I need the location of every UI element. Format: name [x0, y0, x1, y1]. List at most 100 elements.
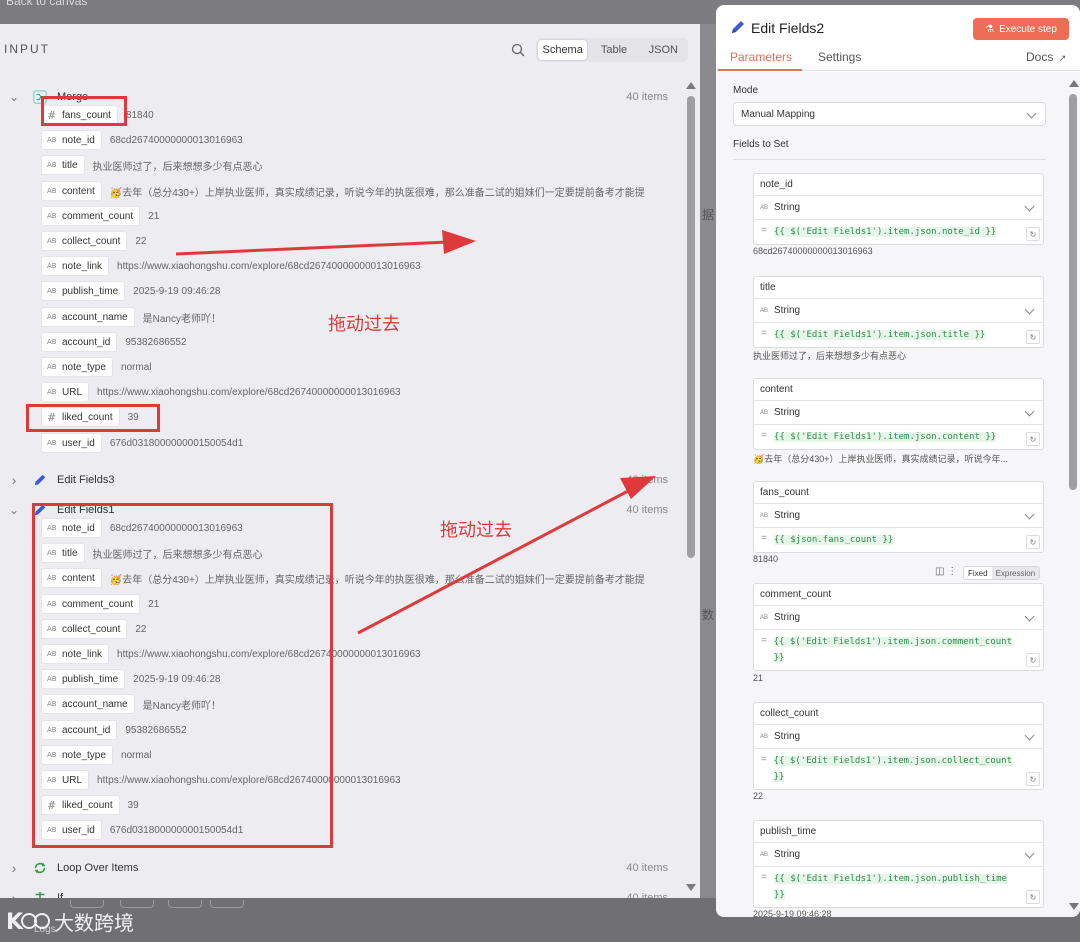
expand-editor-icon[interactable]: ↻ — [1026, 330, 1040, 344]
expand-editor-icon[interactable]: ↻ — [1026, 772, 1040, 786]
assignment-expression-input[interactable]: = {{ $('Edit Fields1').item.json.collect_… — [754, 749, 1043, 789]
schema-field-row[interactable]: AB publish_time 2025-9-19 09:46:28 — [41, 281, 220, 301]
field-pill[interactable]: AB account_name — [41, 307, 135, 327]
back-to-canvas-link[interactable]: Back to canvas — [6, 0, 87, 8]
schema-field-row[interactable]: AB note_id 68cd26740000000013016963 — [41, 130, 243, 150]
assignment-type-select[interactable]: AB String — [754, 843, 1043, 867]
node-title[interactable]: Edit Fields2 — [751, 20, 824, 36]
input-scrollbar-thumb[interactable] — [687, 96, 695, 558]
canvas-peek-text: 据 — [702, 208, 715, 222]
scroll-down-arrow[interactable] — [686, 884, 696, 891]
assignment-expression-input[interactable]: = {{ $('Edit Fields1').item.json.publish_… — [754, 867, 1043, 907]
schema-field-row[interactable]: AB title 执业医师过了，后来想想多少有点恶心 — [41, 155, 263, 175]
field-pill[interactable]: AB comment_count — [41, 206, 141, 226]
field-pill[interactable]: AB URL — [41, 382, 90, 402]
assignment-type-select[interactable]: AB String — [754, 299, 1043, 323]
tab-parameters[interactable]: Parameters — [730, 50, 792, 64]
equals-icon: = — [761, 872, 767, 883]
assignment-type-select[interactable]: AB String — [754, 725, 1043, 749]
field-pill[interactable]: AB content — [41, 181, 102, 201]
assignment-preview: 21 — [753, 673, 764, 683]
field-name: account_id — [62, 336, 111, 348]
scroll-up-arrow[interactable] — [1069, 80, 1079, 87]
string-type-icon: AB — [760, 409, 769, 416]
schema-field-row[interactable]: AB collect_count 22 — [41, 231, 147, 251]
schema-field-row[interactable]: AB account_id 95382686552 — [41, 332, 187, 352]
execute-step-label: Execute step — [999, 23, 1057, 35]
assignment-expression-input[interactable]: = {{ $json.fans_count }} ↻ — [754, 528, 1043, 552]
docs-link[interactable]: Docs ↗ — [1026, 50, 1066, 64]
schema-node-count: 40 items — [626, 91, 668, 103]
assignment-type-select[interactable]: AB String — [754, 606, 1043, 630]
schema-field-row[interactable]: AB note_type normal — [41, 357, 152, 377]
assignment-type-select[interactable]: AB String — [754, 401, 1043, 425]
schema-field-row[interactable]: AB account_name 是Nancy老师吖！ — [41, 307, 221, 327]
tab-settings[interactable]: Settings — [818, 50, 861, 64]
chevron-right-icon[interactable]: › — [8, 890, 20, 898]
chevron-right-icon[interactable]: › — [8, 472, 20, 488]
chevron-down-icon — [1024, 730, 1035, 741]
expand-editor-icon[interactable]: ↻ — [1026, 432, 1040, 446]
chevron-down-icon[interactable]: ⌄ — [8, 503, 20, 517]
expand-editor-icon[interactable]: ↻ — [1026, 653, 1040, 667]
field-pill[interactable]: AB title — [41, 155, 85, 175]
expression-text: {{ $('Edit Fields1').item.json.publish_t… — [773, 874, 1007, 900]
scroll-down-arrow[interactable] — [1069, 903, 1079, 910]
expand-editor-icon[interactable]: ↻ — [1026, 535, 1040, 549]
string-type-icon: AB — [760, 307, 769, 314]
schema-field-row[interactable]: AB URL https://www.xiaohongshu.com/explore… — [41, 382, 401, 402]
schema-field-row[interactable]: AB user_id 676d031800000000150054d1 — [41, 433, 243, 453]
field-pill[interactable]: AB user_id — [41, 433, 102, 453]
chevron-down-icon[interactable]: ⌄ — [8, 90, 20, 104]
fixed-expression-toggle[interactable]: Fixed Expression — [963, 566, 1041, 580]
field-value: 68cd26740000000013016963 — [109, 134, 243, 146]
fixed-option[interactable]: Fixed — [964, 567, 992, 579]
panel-toggle-icon[interactable]: ◫ ⋮ — [935, 566, 957, 577]
parameters-scrollbar-thumb[interactable] — [1069, 94, 1077, 490]
assignment-type-select[interactable]: AB String — [754, 504, 1043, 528]
schema-node-row[interactable]: › Edit Fields3 40 items — [8, 470, 678, 490]
panel-header: Edit Fields2 ⚗ Execute step Parameters S… — [716, 5, 1080, 71]
expression-text: {{ $('Edit Fields1').item.json.note_id }… — [774, 227, 997, 237]
assignment-name-input[interactable]: note_id — [754, 174, 1043, 196]
assignment-name-input[interactable]: collect_count — [754, 703, 1043, 725]
field-pill[interactable]: AB note_link — [41, 256, 110, 276]
field-pill[interactable]: AB account_id — [41, 332, 118, 352]
schema-node-row[interactable]: › Loop Over Items 40 items — [8, 858, 678, 878]
mode-select[interactable]: Manual Mapping — [733, 102, 1046, 126]
field-name: publish_time — [62, 285, 119, 297]
expand-editor-icon[interactable]: ↻ — [1026, 890, 1040, 904]
schema-field-row[interactable]: AB note_link https://www.xiaohongshu.com/e… — [41, 256, 421, 276]
field-value: 是Nancy老师吖！ — [142, 313, 221, 325]
schema-node-row[interactable]: › If 40 items — [8, 888, 678, 898]
expression-option[interactable]: Expression — [991, 567, 1040, 579]
field-pill[interactable]: AB note_id — [41, 130, 102, 150]
parameters-scrollbar[interactable] — [1066, 72, 1080, 917]
chevron-down-icon — [1024, 848, 1035, 859]
field-pill[interactable]: AB publish_time — [41, 281, 126, 301]
chevron-down-icon — [1024, 406, 1035, 417]
assignment-name-input[interactable]: publish_time — [754, 821, 1043, 843]
string-type-icon: AB — [47, 136, 57, 144]
assignment-name-input[interactable]: content — [754, 379, 1043, 401]
assignment-name-input[interactable]: comment_count — [754, 584, 1043, 606]
schema-field-row[interactable]: AB comment_count 21 — [41, 206, 159, 226]
assignment-type-select[interactable]: AB String — [754, 196, 1043, 220]
assignment-expression-input[interactable]: = {{ $('Edit Fields1').item.json.content … — [754, 425, 1043, 449]
chevron-down-icon — [1024, 304, 1035, 315]
assignment-expression-input[interactable]: = {{ $('Edit Fields1').item.json.title }}… — [754, 323, 1043, 347]
string-type-icon: AB — [47, 262, 57, 270]
assignment-name-input[interactable]: fans_count — [754, 482, 1043, 504]
assignment-name-input[interactable]: title — [754, 277, 1043, 299]
assignment-expression-input[interactable]: = {{ $('Edit Fields1').item.json.comment_… — [754, 630, 1043, 670]
assignment-expression-input[interactable]: = {{ $('Edit Fields1').item.json.note_id … — [754, 220, 1043, 244]
field-pill[interactable]: AB note_type — [41, 357, 113, 377]
expand-editor-icon[interactable]: ↻ — [1026, 227, 1040, 241]
field-pill[interactable]: AB collect_count — [41, 231, 128, 251]
field-value: 95382686552 — [125, 336, 187, 348]
chevron-right-icon[interactable]: › — [8, 860, 20, 876]
execute-step-button[interactable]: ⚗ Execute step — [973, 18, 1069, 40]
schema-field-row[interactable]: AB content 🥳去年（总分430+）上岸执业医师，真实成绩记录，听说今年的执… — [41, 181, 645, 201]
scroll-up-arrow[interactable] — [686, 82, 696, 89]
chevron-down-icon — [1026, 108, 1037, 119]
